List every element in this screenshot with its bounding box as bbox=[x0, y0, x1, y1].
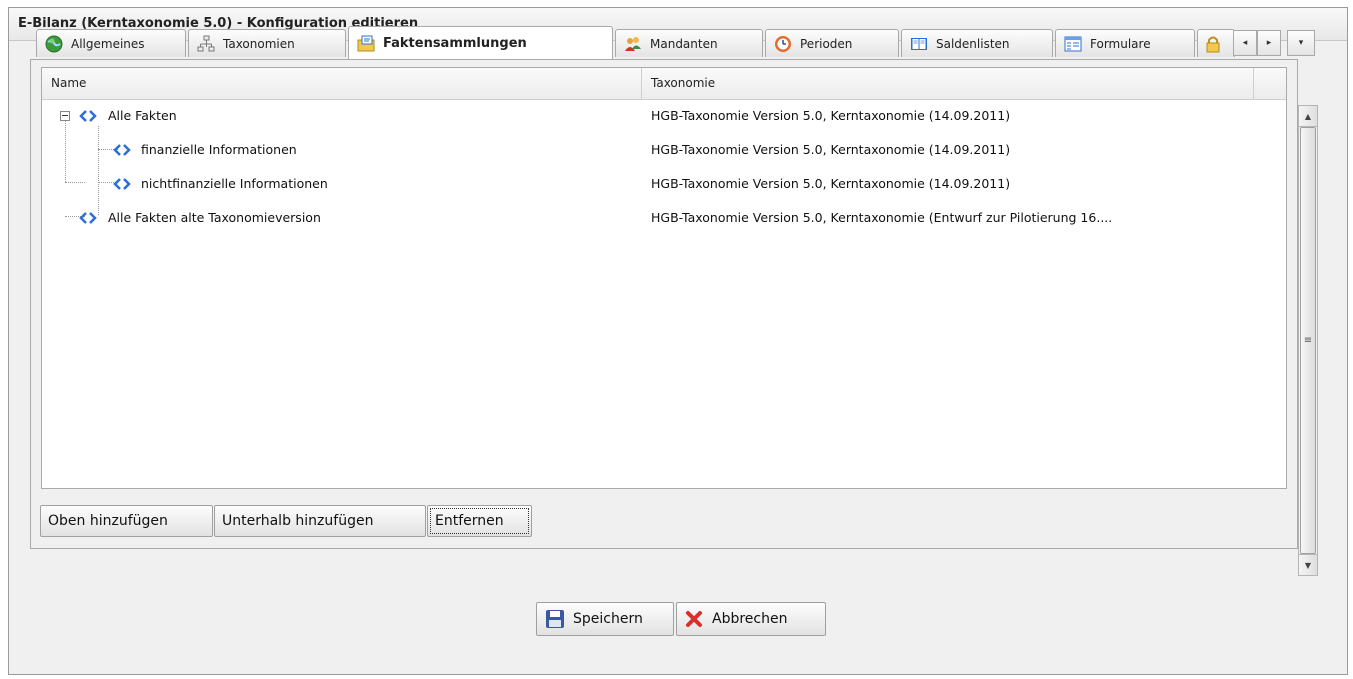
chevron-right-icon: ▸ bbox=[1266, 38, 1272, 48]
chevron-down-icon: ▾ bbox=[1298, 38, 1304, 48]
floppy-disk-icon bbox=[546, 610, 564, 628]
fact-collection-icon bbox=[113, 178, 131, 190]
scrollbar-thumb[interactable]: ≡ bbox=[1300, 127, 1316, 554]
tree-row[interactable]: finanzielle Informationen HGB-Taxonomie … bbox=[42, 133, 1286, 167]
tab-label: Taxonomien bbox=[223, 36, 295, 51]
row-name: Alle Fakten bbox=[108, 108, 177, 123]
cancel-button[interactable]: Abbrechen bbox=[676, 602, 826, 636]
row-name: nichtfinanzielle Informationen bbox=[141, 176, 328, 191]
tab-label: Formulare bbox=[1090, 36, 1151, 51]
tab-scroll-left-button[interactable]: ◂ bbox=[1233, 30, 1257, 56]
tab-perioden[interactable]: Perioden bbox=[765, 29, 899, 57]
tab-saldenlisten[interactable]: Saldenlisten bbox=[901, 29, 1053, 57]
users-icon bbox=[624, 35, 642, 53]
tab-list-menu-button[interactable]: ▾ bbox=[1287, 30, 1315, 56]
lock-icon bbox=[1204, 35, 1222, 53]
cancel-label: Abbrechen bbox=[712, 611, 788, 627]
row-taxonomy: HGB-Taxonomie Version 5.0, Kerntaxonomie… bbox=[651, 176, 1011, 191]
tab-bar: Allgemeines Taxonomien Faktensammlungen … bbox=[36, 25, 1326, 59]
column-header-name[interactable]: Name bbox=[42, 68, 642, 99]
fact-collection-icon bbox=[79, 110, 97, 122]
tab-mandanten[interactable]: Mandanten bbox=[615, 29, 763, 57]
tree-row[interactable]: nichtfinanzielle Informationen HGB-Taxon… bbox=[42, 167, 1286, 201]
chevron-left-icon: ◂ bbox=[1242, 38, 1248, 48]
tab-label: Perioden bbox=[800, 36, 853, 51]
tab-taxonomien[interactable]: Taxonomien bbox=[188, 29, 346, 57]
remove-button[interactable]: Entfernen bbox=[427, 505, 532, 537]
tree-row[interactable]: Alle Fakten alte Taxonomieversion HGB-Ta… bbox=[42, 201, 1286, 235]
save-label: Speichern bbox=[573, 611, 643, 627]
save-button[interactable]: Speichern bbox=[536, 602, 674, 636]
clock-icon bbox=[774, 35, 792, 53]
tab-faktensammlungen[interactable]: Faktensammlungen bbox=[348, 26, 613, 59]
fact-collection-tree-grid: Name Taxonomie Alle Fakten HGB-Taxonomie… bbox=[41, 67, 1287, 489]
add-above-button[interactable]: Oben hinzufügen bbox=[40, 505, 213, 537]
fact-collection-icon bbox=[79, 212, 97, 224]
tree-row[interactable]: Alle Fakten HGB-Taxonomie Version 5.0, K… bbox=[42, 99, 1286, 133]
tab-hidden-partial[interactable] bbox=[1197, 29, 1235, 57]
collapse-toggle[interactable] bbox=[60, 111, 70, 121]
form-icon bbox=[1064, 35, 1082, 53]
hierarchy-icon bbox=[197, 35, 215, 53]
row-taxonomy: HGB-Taxonomie Version 5.0, Kerntaxonomie… bbox=[651, 108, 1011, 123]
folder-icon bbox=[357, 34, 375, 52]
column-header-taxonomy[interactable]: Taxonomie bbox=[642, 68, 1254, 99]
tab-formulare[interactable]: Formulare bbox=[1055, 29, 1195, 57]
tab-label: Faktensammlungen bbox=[383, 35, 527, 51]
row-name: finanzielle Informationen bbox=[141, 142, 297, 157]
arrow-up-icon: ▲ bbox=[1304, 111, 1312, 121]
tab-label: Saldenlisten bbox=[936, 36, 1010, 51]
row-taxonomy: HGB-Taxonomie Version 5.0, Kerntaxonomie… bbox=[651, 142, 1011, 157]
vertical-scrollbar[interactable]: ▲ ≡ ▼ bbox=[1298, 105, 1318, 576]
grid-header: Name Taxonomie bbox=[42, 68, 1286, 100]
close-icon bbox=[686, 611, 702, 627]
row-name: Alle Fakten alte Taxonomieversion bbox=[108, 210, 321, 225]
tab-label: Mandanten bbox=[650, 36, 718, 51]
tab-allgemeines[interactable]: Allgemeines bbox=[36, 29, 186, 57]
fact-collection-icon bbox=[113, 144, 131, 156]
tab-scroll-right-button[interactable]: ▸ bbox=[1257, 30, 1281, 56]
book-icon bbox=[910, 35, 928, 53]
arrow-down-icon: ▼ bbox=[1304, 560, 1312, 570]
add-below-button[interactable]: Unterhalb hinzufügen bbox=[214, 505, 426, 537]
grip-icon: ≡ bbox=[1303, 335, 1313, 346]
tab-label: Allgemeines bbox=[71, 36, 145, 51]
globe-icon bbox=[45, 35, 63, 53]
faktensammlungen-panel: Name Taxonomie Alle Fakten HGB-Taxonomie… bbox=[30, 59, 1298, 549]
scroll-up-button[interactable]: ▲ bbox=[1299, 106, 1317, 127]
row-taxonomy: HGB-Taxonomie Version 5.0, Kerntaxonomie… bbox=[651, 210, 1113, 225]
scroll-down-button[interactable]: ▼ bbox=[1299, 554, 1317, 575]
